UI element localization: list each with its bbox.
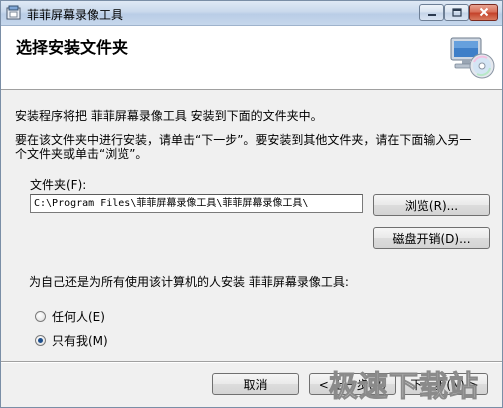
folder-path-input[interactable]: C:\Program Files\菲菲屏幕录像工具\菲菲屏幕录像工具\ (30, 194, 363, 213)
install-scope-question: 为自己还是为所有使用该计算机的人安装 菲菲屏幕录像工具: (29, 275, 349, 289)
radio-everyone[interactable]: 任何人(E) (35, 308, 105, 325)
radio-just-me[interactable]: 只有我(M) (35, 332, 108, 349)
page-title: 选择安装文件夹 (16, 38, 129, 57)
radio-just-me-label: 只有我(M) (52, 334, 108, 348)
header-banner: 选择安装文件夹 (1, 26, 502, 90)
close-icon (479, 6, 489, 20)
browse-button[interactable]: 浏览(R)... (373, 194, 490, 216)
computer-cd-icon (447, 34, 495, 80)
next-button[interactable]: 下一步(N) > (401, 373, 488, 395)
maximize-icon (451, 6, 462, 20)
radio-everyone-label: 任何人(E) (52, 310, 105, 324)
radio-just-me-button[interactable] (35, 335, 46, 346)
maximize-button[interactable] (444, 4, 469, 21)
minimize-icon (427, 6, 437, 20)
back-button[interactable]: < 上一步(B) (309, 373, 396, 395)
cancel-button[interactable]: 取消 (212, 373, 299, 395)
instruction-text-line2: 个文件夹或单击“浏览”。 (15, 147, 148, 161)
disk-cost-button[interactable]: 磁盘开销(D)... (373, 227, 490, 249)
minimize-button[interactable] (419, 4, 444, 21)
close-button[interactable] (469, 4, 498, 21)
title-bar[interactable]: 菲菲屏幕录像工具 (1, 1, 502, 26)
installer-app-icon (6, 5, 22, 21)
installer-window: 菲菲屏幕录像工具 选择安装文件夹 安装程序将把 菲菲屏幕录像工具 安装到下面的文… (0, 0, 503, 408)
radio-everyone-button[interactable] (35, 311, 46, 322)
window-title: 菲菲屏幕录像工具 (27, 8, 124, 22)
intro-text: 安装程序将把 菲菲屏幕录像工具 安装到下面的文件夹中。 (15, 109, 323, 123)
folder-label: 文件夹(F): (30, 178, 87, 192)
